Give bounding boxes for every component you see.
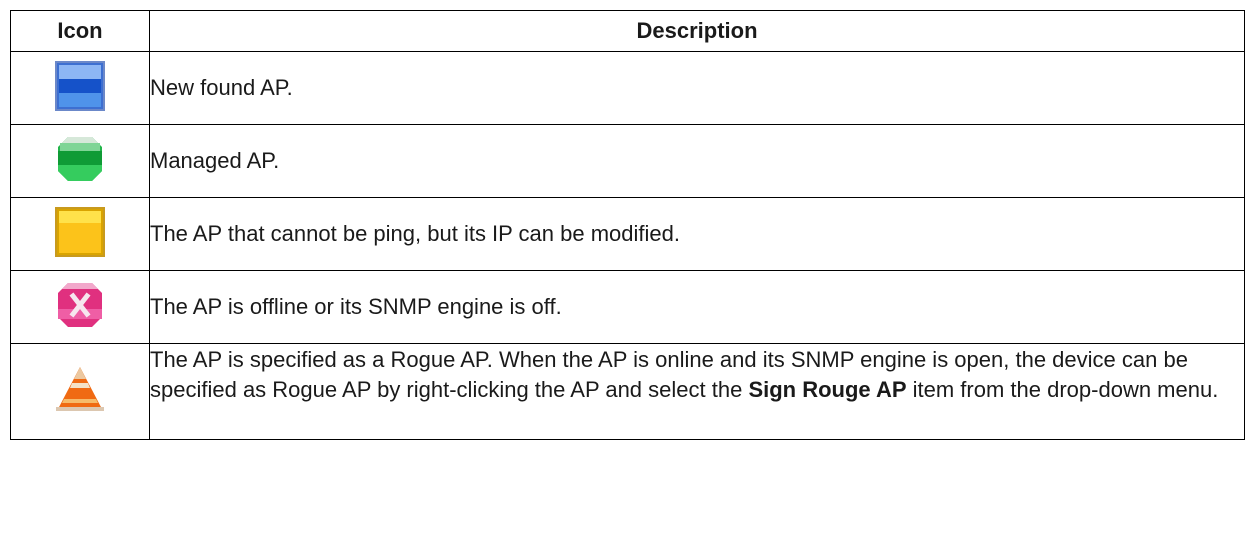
description-cell: The AP is offline or its SNMP engine is … <box>149 270 1245 344</box>
table-row: New found AP. <box>10 51 1245 125</box>
pink-x-ap-icon <box>54 279 106 331</box>
description-cell: Managed AP. <box>149 124 1245 198</box>
table-row: The AP is offline or its SNMP engine is … <box>10 270 1245 344</box>
icon-cell <box>10 197 150 271</box>
description-cell: The AP that cannot be ping, but its IP c… <box>149 197 1245 271</box>
icon-cell <box>10 124 150 198</box>
icon-cell <box>10 51 150 125</box>
icon-cell <box>10 270 150 344</box>
description-text-end: item from the drop-down menu. <box>906 377 1219 402</box>
yellow-square-ap-icon <box>54 206 106 258</box>
icon-column-header: Icon <box>10 10 150 52</box>
description-cell: New found AP. <box>149 51 1245 125</box>
blue-square-ap-icon <box>54 60 106 112</box>
icon-cell <box>10 343 150 440</box>
table-row: The AP that cannot be ping, but its IP c… <box>10 197 1245 271</box>
description-column-header: Description <box>149 10 1245 52</box>
green-ball-ap-icon <box>54 133 106 185</box>
description-cell: The AP is specified as a Rogue AP. When … <box>149 343 1245 440</box>
sign-rogue-ap-menu-item-name: Sign Rouge AP <box>748 377 907 402</box>
table-row: The AP is specified as a Rogue AP. When … <box>10 343 1245 440</box>
table-row: Managed AP. <box>10 124 1245 198</box>
icon-legend-table: Icon Description New found AP. Managed A… <box>10 10 1245 440</box>
table-header-row: Icon Description <box>10 10 1245 52</box>
orange-cone-ap-icon <box>54 363 106 415</box>
